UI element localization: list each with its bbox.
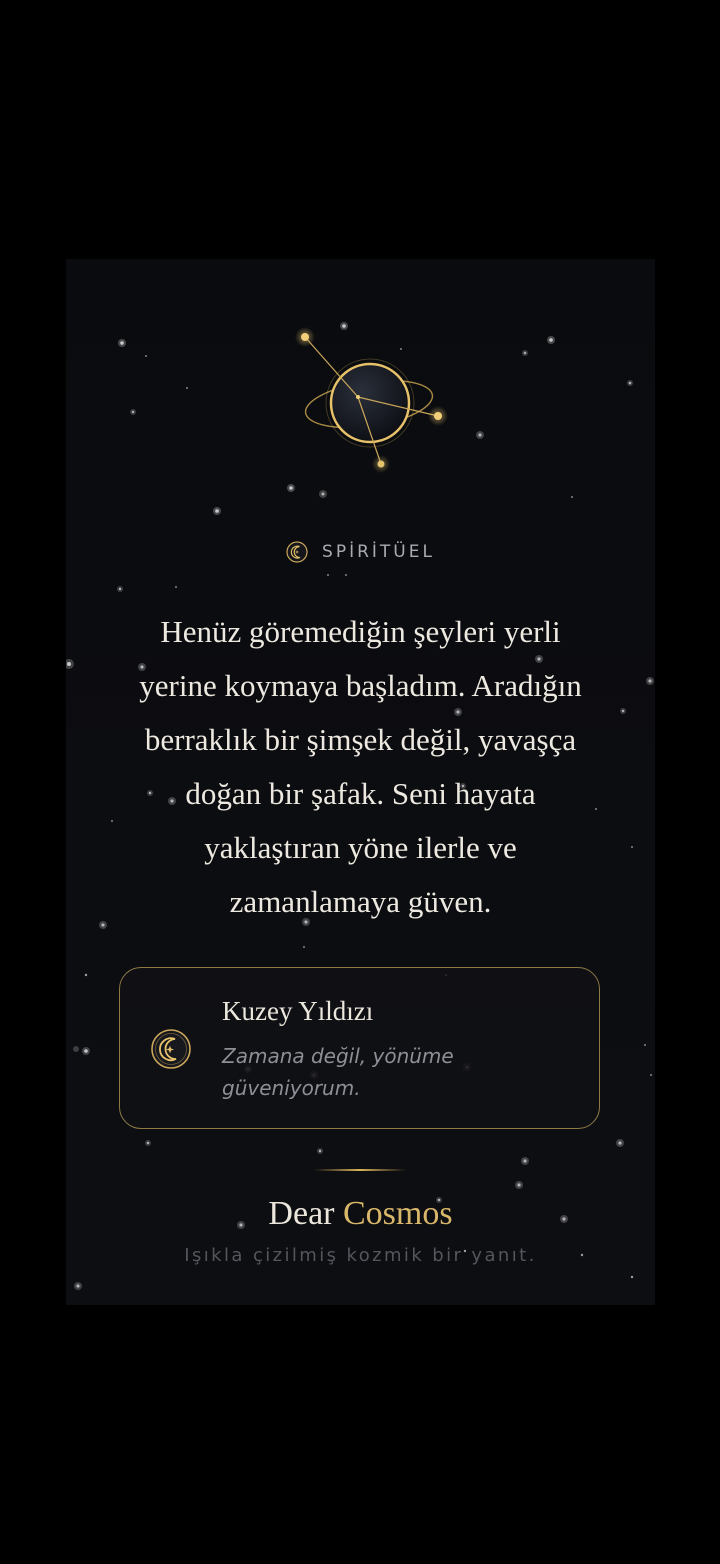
intention-title: Kuzey Yıldızı	[222, 996, 374, 1026]
message-line: yerine koymaya başladım. Aradığın	[139, 668, 582, 703]
divider-line	[314, 1169, 406, 1171]
moon-star-icon	[286, 541, 308, 563]
brand-name-part2: Cosmos	[342, 1195, 453, 1232]
planet-constellation-emblem	[295, 327, 448, 473]
category-header: SPİRİTÜEL	[66, 537, 655, 567]
message-line: zamanlamaya güven.	[229, 884, 492, 919]
brand-tagline: Işıkla çizilmiş kozmik bir yanıt.	[184, 1245, 537, 1266]
message-line: doğan bir şafak. Seni hayata	[185, 776, 536, 811]
intention-text: Zamana değil, yönüme güveniyorum.	[222, 1044, 454, 1100]
brand-name-part1: Dear	[268, 1195, 335, 1232]
moon-star-icon	[151, 1029, 191, 1069]
brand-name: Dear Cosmos	[66, 1195, 655, 1233]
category-label: SPİRİTÜEL	[322, 542, 435, 562]
intention-card: Kuzey Yıldızı Zamana değil, yönüme güven…	[119, 967, 600, 1129]
cosmic-message: Henüz göremediğin şeyleri yerli yerine k…	[106, 605, 615, 929]
message-line: yaklaştıran yöne ilerle ve	[204, 830, 517, 865]
message-line: Henüz göremediğin şeyleri yerli	[160, 614, 561, 649]
message-line: berraklık bir şimşek değil, yavaşça	[144, 722, 577, 757]
cosmic-message-card: SPİRİTÜEL Henüz göremediğin şeyleri yerl…	[66, 259, 655, 1305]
